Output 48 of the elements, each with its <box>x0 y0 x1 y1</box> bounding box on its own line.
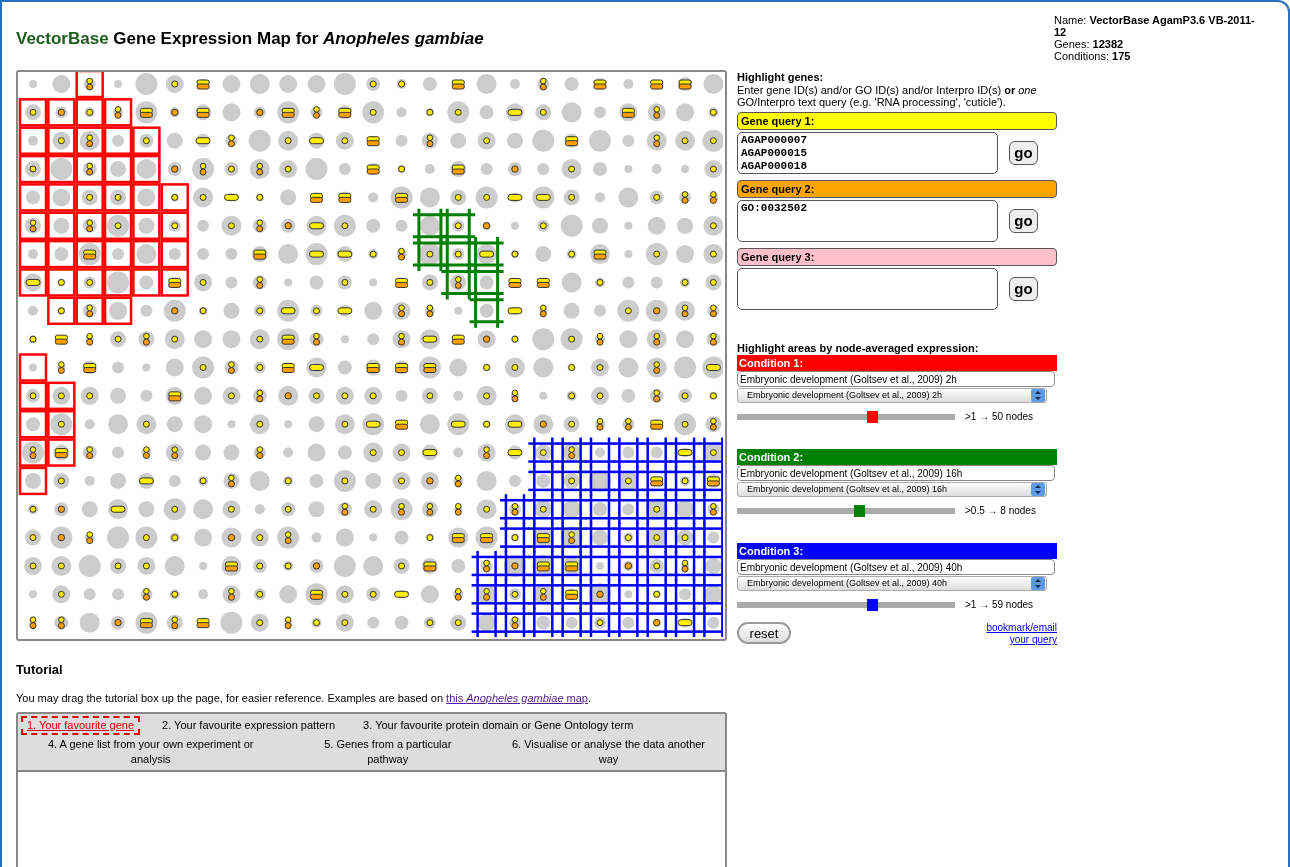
condition-select[interactable]: Embryonic development (Goltsev et al., 2009) 40h <box>737 576 1047 591</box>
page-title: VectorBase Gene Expression Map for Anopheles gambiae <box>16 28 484 50</box>
go-button[interactable]: go <box>1009 141 1038 165</box>
map-info-text: Genes: 12382 <box>1054 38 1125 50</box>
tutorial-tab[interactable]: 2. Your favourite expression pattern <box>156 716 342 735</box>
threshold-reading: >0.5 → 8 nodes <box>965 504 1036 518</box>
condition-label: Condition 2: <box>737 449 1057 465</box>
bookmark-link[interactable]: bookmark/email your query <box>977 622 1057 646</box>
query-label: Gene query 1: <box>737 112 1057 130</box>
condition-field[interactable]: Embryonic development (Goltsev et al., 2009) 16h <box>737 465 1055 481</box>
condition-label: Condition 1: <box>737 355 1057 371</box>
up-down-arrows-icon <box>1031 483 1045 496</box>
go-button[interactable]: go <box>1009 209 1038 233</box>
tutorial-tab[interactable]: 3. Your favourite protein domain or Gene Ontology term <box>357 716 640 735</box>
map-info-text: Conditions: 175 <box>1054 50 1132 62</box>
tutorial-tab[interactable]: 5. Genes from a particular pathway <box>296 735 480 769</box>
reset-button[interactable]: reset <box>737 622 791 644</box>
map-link[interactable]: this Anopheles gambiae map <box>446 691 588 704</box>
up-down-arrows-icon <box>1031 389 1045 402</box>
tutorial-tab[interactable]: 1. Your favourite gene <box>21 716 141 735</box>
tutorial-tab[interactable]: 4. A gene list from your own experiment or analysis <box>21 735 281 769</box>
condition-field[interactable]: Embryonic development (Goltsev et al., 2009) 2h <box>737 371 1055 387</box>
tutorial-tab[interactable]: 6. Visualise or analyse the data another way <box>495 735 722 769</box>
query-label: Gene query 3: <box>737 248 1057 266</box>
query-field[interactable] <box>737 268 998 310</box>
condition-label: Condition 3: <box>737 543 1057 559</box>
slider-thumb[interactable] <box>853 504 865 517</box>
go-button[interactable]: go <box>1009 277 1038 301</box>
threshold-reading: >1 → 50 nodes <box>965 410 1034 424</box>
threshold-reading: >1 → 59 nodes <box>965 598 1034 612</box>
tutorial-intro: You may drag the tutorial box up the page, for easier reference. Examples are based on this Anopheles gambiae map. <box>16 690 593 706</box>
section-heading: Highlight areas by node-averaged expression: <box>737 342 980 354</box>
slider-track[interactable] <box>737 413 955 420</box>
condition-select[interactable]: Embryonic development (Goltsev et al., 2009) 2h <box>737 388 1047 403</box>
tutorial-heading: Tutorial <box>16 661 64 679</box>
up-down-arrows-icon <box>1031 577 1045 590</box>
map-info-text: Name: VectorBase AgamP3.6 VB-2011-12 <box>1054 14 1256 38</box>
condition-select[interactable]: Embryonic development (Goltsev et al., 2009) 16h <box>737 482 1047 497</box>
query-label: Gene query 2: <box>737 180 1057 198</box>
slider-track[interactable] <box>737 601 955 608</box>
query-field[interactable]: GO:0032502 <box>737 200 998 242</box>
slider-track[interactable] <box>737 507 955 514</box>
condition-field[interactable]: Embryonic development (Goltsev et al., 2009) 40h <box>737 559 1055 575</box>
slider-thumb[interactable] <box>866 598 878 611</box>
query-field[interactable]: AGAP000007 AGAP000015 AGAP000018 <box>737 132 998 174</box>
slider-thumb[interactable] <box>866 410 878 423</box>
section-heading: Highlight genes: <box>737 71 825 83</box>
instructions-text: Enter gene ID(s) and/or GO ID(s) and/or Interpro ID(s) or one GO/Interpro text query (e.g. 'RNA processing', 'cuticle'). <box>737 84 1038 108</box>
